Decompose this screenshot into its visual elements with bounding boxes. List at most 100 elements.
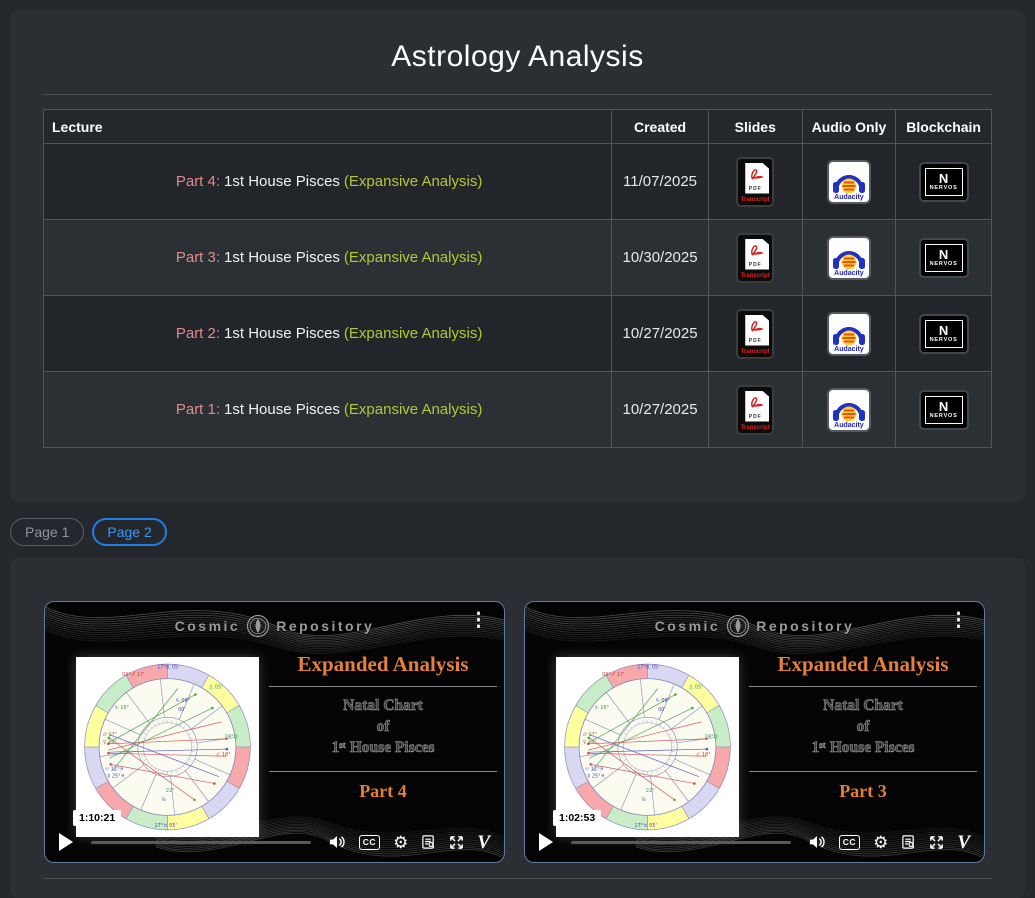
page-title: Astrology Analysis (43, 10, 992, 94)
page-1-button[interactable]: Page 1 (10, 518, 84, 546)
play-button[interactable] (59, 833, 73, 851)
svg-text:04°♍: 04°♍ (705, 734, 719, 740)
table-row: Part 3:1st House Pisces(Expansive Analys… (44, 220, 992, 296)
video-player-part-4[interactable]: Cosmic Repository ⋮ 17°♏ 05'09°♐ 17'♑ 09… (44, 601, 505, 863)
svg-text:♀ 14°: ♀ 14° (583, 739, 597, 745)
kebab-menu-icon[interactable]: ⋮ (945, 608, 972, 634)
pdf-transcript-button[interactable]: PDF Transcript (736, 309, 774, 359)
title-card-divider (749, 771, 977, 772)
svg-text:☿ 25°♓: ☿ 25°♓ (587, 774, 605, 780)
video-subtitle-line: Natal Chart (745, 696, 981, 716)
acrobat-swirl-icon (747, 165, 767, 185)
lecture-part-label: Part 4: (176, 173, 220, 190)
progress-bar[interactable] (91, 841, 311, 844)
closed-captions-icon[interactable]: CC (359, 835, 380, 850)
lectures-table: Lecture Created Slides Audio Only Blockc… (43, 109, 992, 448)
settings-gear-icon[interactable]: ⚙ (873, 834, 888, 851)
svg-text:♋: ♋ (162, 797, 166, 803)
audacity-icon: Audacity (827, 388, 871, 432)
duration-tooltip: 1:02:53 (553, 810, 601, 826)
svg-text:17°♉ 05': 17°♉ 05' (155, 823, 177, 829)
svg-text:♑ 09°: ♑ 09° (175, 698, 190, 704)
svg-text:09°♐ 17': 09°♐ 17' (602, 672, 624, 678)
brand-left-text: Cosmic (175, 618, 241, 634)
header-lecture: Lecture (44, 110, 612, 144)
audacity-icon: Audacity (827, 236, 871, 280)
video-subtitle-line: 1ˢᵗ House Pisces (745, 738, 981, 758)
fullscreen-icon[interactable] (449, 835, 464, 850)
videos-panel: Cosmic Repository ⋮ 17°♏ 05' 09°♐ 17' ♑ 09… (10, 558, 1025, 898)
lecture-link[interactable]: Part 4:1st House Pisces(Expansive Analys… (176, 173, 482, 190)
transcript-icon[interactable] (421, 834, 436, 850)
nervos-icon: N NERVOS (919, 238, 969, 278)
pdf-icon: PDF Transcript (736, 233, 774, 283)
cosmic-repository-logo-icon (726, 614, 750, 638)
fullscreen-icon[interactable] (929, 835, 944, 850)
pdf-transcript-button[interactable]: PDF Transcript (736, 233, 774, 283)
brand-left-text: Cosmic (655, 618, 721, 634)
svg-text:♂ 07°: ♂ 07° (583, 732, 598, 738)
svg-text:♂ 07°: ♂ 07° (103, 732, 118, 738)
pdf-transcript-button[interactable]: PDF Transcript (736, 157, 774, 207)
video-subtitle-line: of (265, 717, 501, 737)
lecture-note-label: (Expansive Analysis) (344, 173, 482, 190)
lecture-link[interactable]: Part 3:1st House Pisces(Expansive Analys… (176, 249, 482, 266)
nervos-blockchain-button[interactable]: N NERVOS (919, 314, 969, 354)
headphones-waveform-icon (829, 238, 869, 272)
nervos-icon: N NERVOS (919, 162, 969, 202)
header-slides: Slides (708, 110, 802, 144)
title-divider (43, 94, 992, 95)
created-date: 11/07/2025 (623, 173, 697, 190)
acrobat-swirl-icon (747, 393, 767, 413)
table-row: Part 1:1st House Pisces(Expansive Analys… (44, 372, 992, 448)
volume-icon[interactable] (809, 835, 826, 849)
svg-text:♑ 16°: ♑ 16° (594, 705, 609, 711)
pdf-icon: PDF Transcript (736, 309, 774, 359)
closed-captions-icon[interactable]: CC (839, 835, 860, 850)
settings-gear-icon[interactable]: ⚙ (393, 834, 408, 851)
svg-text:17°♉ 05': 17°♉ 05' (635, 823, 657, 829)
video-title-card: Expanded Analysis Natal Chart of 1ˢᵗ Hou… (745, 652, 981, 802)
svg-text:☿ 25°♓: ☿ 25°♓ (107, 774, 125, 780)
brand-logo: Cosmic Repository (45, 614, 504, 638)
table-row: Part 2:1st House Pisces(Expansive Analys… (44, 296, 992, 372)
volume-icon[interactable] (329, 835, 346, 849)
transcript-icon[interactable] (901, 834, 916, 850)
video-player-part-3[interactable]: Cosmic Repository ⋮ 17°♏ 05'09°♐ 17'♑ 09… (524, 601, 985, 863)
lecture-link[interactable]: Part 2:1st House Pisces(Expansive Analys… (176, 325, 482, 342)
brand-right-text: Repository (276, 618, 374, 634)
nervos-icon: N NERVOS (919, 390, 969, 430)
created-date: 10/30/2025 (623, 249, 698, 266)
video-subtitle-line: of (745, 717, 981, 737)
svg-text:♋: ♋ (642, 797, 646, 803)
lecture-link[interactable]: Part 1:1st House Pisces(Expansive Analys… (176, 401, 482, 418)
svg-text:00': 00' (178, 707, 186, 713)
page-2-button[interactable]: Page 2 (92, 518, 166, 546)
svg-text:17°♏ 05': 17°♏ 05' (637, 665, 659, 671)
audacity-audio-button[interactable]: Audacity (827, 312, 871, 356)
audacity-audio-button[interactable]: Audacity (827, 160, 871, 204)
svg-text:♑ 16°: ♑ 16° (114, 705, 129, 711)
table-header-row: Lecture Created Slides Audio Only Blockc… (44, 110, 992, 144)
nervos-blockchain-button[interactable]: N NERVOS (919, 238, 969, 278)
progress-bar[interactable] (571, 841, 791, 844)
video-title-card: Expanded Analysis Natal Chart of 1ˢᵗ Hou… (265, 652, 501, 802)
lecture-link-cell: Part 4:1st House Pisces(Expansive Analys… (44, 144, 612, 220)
player-controls: CC ⚙ V (525, 830, 984, 854)
vimeo-logo-icon[interactable]: V (477, 833, 490, 852)
nervos-blockchain-button[interactable]: N NERVOS (919, 390, 969, 430)
title-card-divider (269, 686, 497, 687)
headphones-waveform-icon (829, 390, 869, 424)
pdf-transcript-button[interactable]: PDF Transcript (736, 385, 774, 435)
audacity-audio-button[interactable]: Audacity (827, 388, 871, 432)
vimeo-logo-icon[interactable]: V (957, 833, 970, 852)
nervos-blockchain-button[interactable]: N NERVOS (919, 162, 969, 202)
play-button[interactable] (539, 833, 553, 851)
svg-text:♌ 18°: ♌ 18° (216, 752, 231, 758)
kebab-menu-icon[interactable]: ⋮ (465, 608, 492, 634)
header-audio-only: Audio Only (802, 110, 896, 144)
title-card-divider (269, 771, 497, 772)
created-date: 10/27/2025 (623, 325, 698, 342)
pdf-icon: PDF Transcript (736, 157, 774, 207)
audacity-audio-button[interactable]: Audacity (827, 236, 871, 280)
